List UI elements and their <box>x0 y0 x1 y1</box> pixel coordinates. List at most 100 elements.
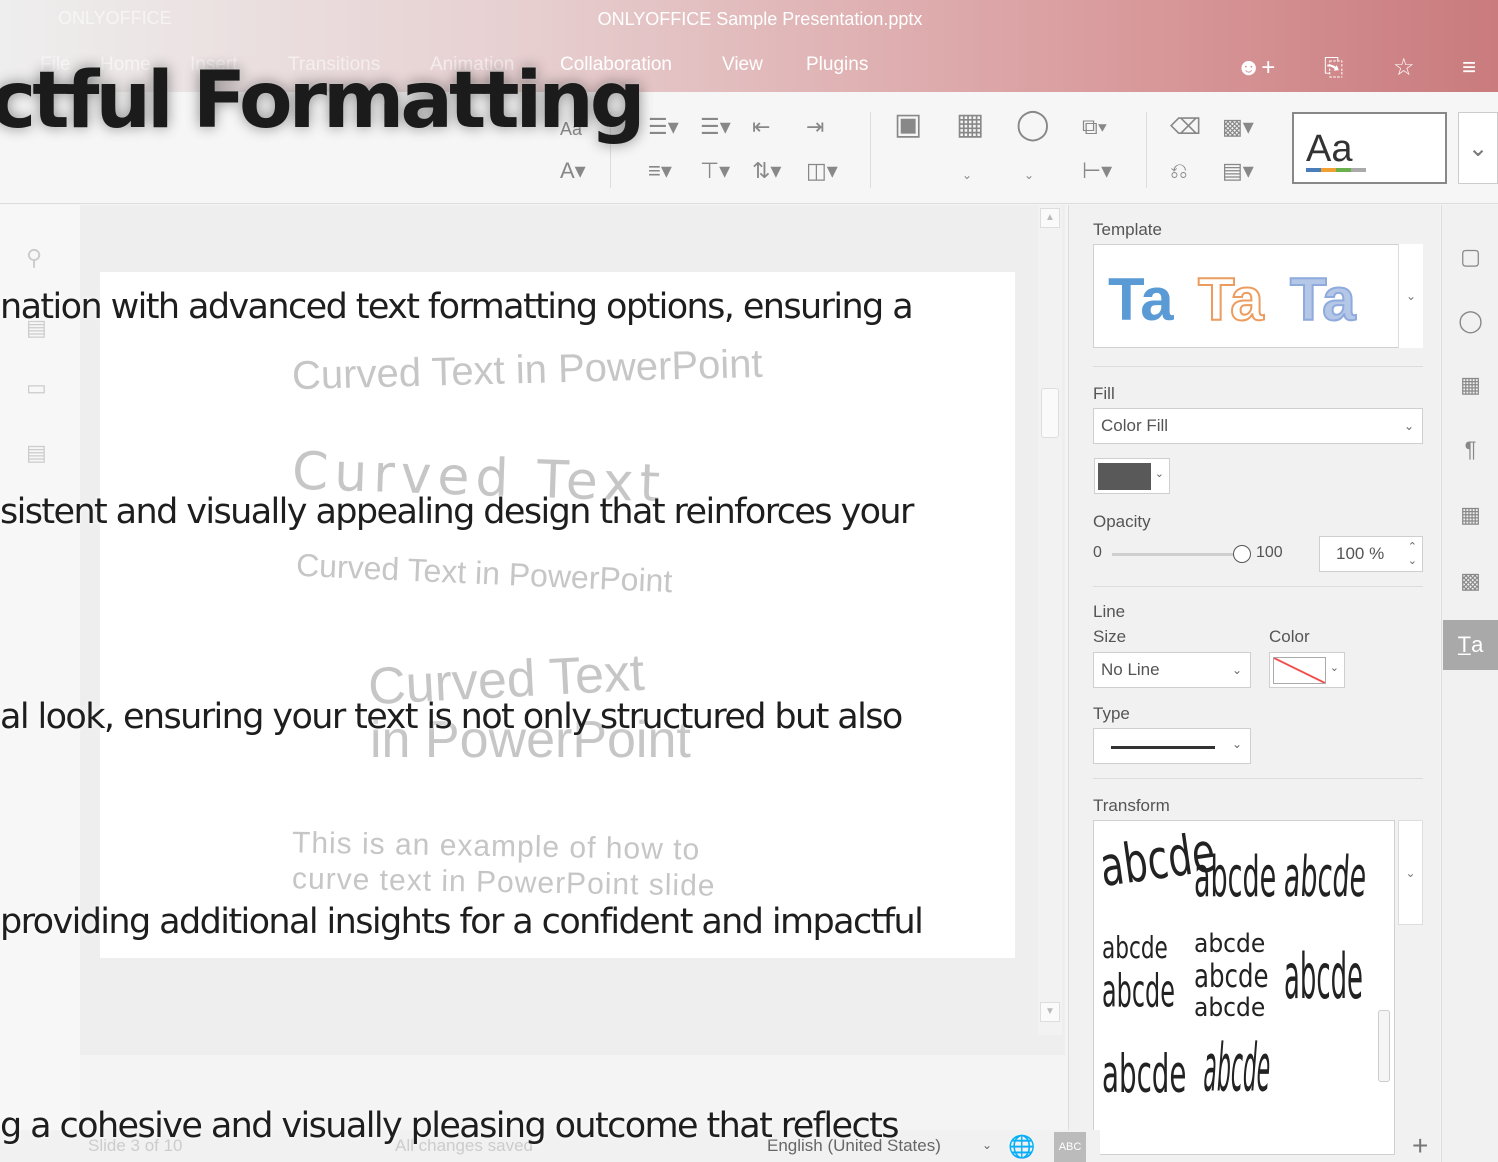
spellcheck-icon[interactable]: ABC <box>1054 1132 1086 1162</box>
transform-button-top[interactable]: abcde <box>1102 931 1168 966</box>
transform-double-wave[interactable]: ​ <box>1297 1024 1301 1106</box>
transform-stack-1[interactable]: abcde <box>1194 929 1265 959</box>
transform-deflate[interactable]: abcde <box>1102 1044 1186 1105</box>
copy-style-icon[interactable]: ⎌ <box>1170 158 1188 184</box>
line-size-select[interactable]: No Line ⌄ <box>1093 652 1251 688</box>
template-more-button[interactable]: ⌄ <box>1398 244 1423 348</box>
theme-preview[interactable]: Aa <box>1292 112 1447 184</box>
fill-label: Fill <box>1093 384 1115 403</box>
paragraph-icon[interactable]: ¶ <box>1443 425 1498 475</box>
transform-arch-down[interactable]: abcde <box>1194 846 1276 910</box>
curved-text-example-line1[interactable]: This is an example of how to <box>292 826 701 867</box>
fill-type-select[interactable]: Color Fill ⌄ <box>1093 408 1423 444</box>
transform-stack-2[interactable]: abcde <box>1194 957 1269 995</box>
transform-stack-3[interactable]: abcde <box>1194 993 1265 1023</box>
vertical-align-icon[interactable]: ⊤▾ <box>700 158 730 184</box>
comments-icon[interactable]: ▭ <box>26 375 47 401</box>
transform-wave[interactable]: abcde <box>1201 1030 1273 1107</box>
spin-up-icon[interactable]: ⌃ <box>1408 541 1417 553</box>
no-color-swatch <box>1273 657 1326 684</box>
scroll-thumb[interactable] <box>1041 388 1059 438</box>
settings-rail <box>1441 205 1498 1162</box>
presentation-editor-window: ONLYOFFICE ONLYOFFICE Sample Presentatio… <box>0 0 1498 1162</box>
template-sample-orange-outline[interactable]: Ta <box>1197 265 1265 334</box>
decrease-indent-icon[interactable]: ⇤ <box>752 114 770 140</box>
search-icon[interactable]: ⚲ <box>26 245 42 271</box>
panel-divider <box>1093 366 1423 367</box>
chevron-down-icon[interactable]: ⌄ <box>982 1138 992 1152</box>
text-art-icon[interactable]: T̲a <box>1443 620 1498 670</box>
chart-icon[interactable]: ▩ <box>1443 556 1498 606</box>
theme-color-bar <box>1306 168 1366 172</box>
overlay-heading: ctful Formatting <box>0 56 646 146</box>
transform-inflate[interactable]: abcde <box>1284 941 1363 1014</box>
template-sample-gray-blue[interactable]: Ta <box>1289 265 1357 334</box>
transform-button-bottom[interactable]: abcde <box>1102 965 1175 1018</box>
add-user-icon[interactable]: ☻+ <box>1236 52 1275 84</box>
shape-icon[interactable]: ◯ <box>1016 110 1050 140</box>
columns-icon[interactable]: ◫▾ <box>806 158 838 184</box>
theme-more-button[interactable]: ⌄ <box>1458 112 1498 184</box>
fill-color-swatch <box>1098 463 1151 490</box>
line-spacing-icon[interactable]: ⇅▾ <box>752 158 781 184</box>
overlay-line-2: sistent and visually appealing design th… <box>0 492 914 532</box>
tab-plugins[interactable]: Plugins <box>806 54 868 76</box>
shape-settings-icon[interactable]: ◯ <box>1443 296 1498 346</box>
chevron-down-icon: ⌄ <box>1231 737 1242 751</box>
window-title: ONLYOFFICE Sample Presentation.pptx <box>597 9 923 29</box>
bullets-icon[interactable]: ☰▾ <box>648 114 679 140</box>
image-dropdown-icon[interactable]: ⌄ <box>962 162 972 188</box>
numbering-icon[interactable]: ☰▾ <box>700 114 731 140</box>
scroll-down-button[interactable]: ▼ <box>1040 1002 1060 1022</box>
transform-circle[interactable]: abcde <box>1282 846 1368 910</box>
arrange-icon[interactable]: ⧉▾ <box>1082 114 1107 140</box>
open-location-icon[interactable]: ⎘ <box>1324 52 1343 84</box>
template-sample-blue[interactable]: Ta <box>1108 265 1174 334</box>
opacity-max-label: 100 <box>1256 544 1283 561</box>
opacity-label: Opacity <box>1093 512 1151 531</box>
align-icon[interactable]: ⊢▾ <box>1082 158 1112 184</box>
table-icon[interactable]: ▦ <box>1443 490 1498 540</box>
template-gallery[interactable]: Ta Ta Ta <box>1093 244 1423 348</box>
template-label: Template <box>1093 220 1162 239</box>
chat-icon[interactable]: ▤ <box>26 440 47 466</box>
panel-divider <box>1093 586 1423 587</box>
favorite-star-icon[interactable]: ☆ <box>1393 52 1415 84</box>
eraser-icon[interactable]: ⌫ <box>1170 114 1201 140</box>
spin-down-icon[interactable]: ⌄ <box>1408 555 1417 567</box>
globe-icon[interactable]: 🌐 <box>1008 1134 1035 1160</box>
opacity-slider-thumb[interactable] <box>1233 545 1251 563</box>
slide-settings-icon[interactable]: ▢ <box>1443 232 1498 282</box>
tab-view[interactable]: View <box>722 54 763 76</box>
transform-gallery-scrollbar[interactable] <box>1378 1010 1390 1082</box>
line-size-value: No Line <box>1101 660 1160 679</box>
font-color-button[interactable]: A▾ <box>560 158 586 184</box>
line-type-select[interactable]: ⌄ <box>1093 728 1251 764</box>
canvas-scrollbar[interactable] <box>1038 205 1062 1035</box>
image-icon[interactable]: ▦ <box>956 110 984 140</box>
opacity-value: 100 % <box>1336 544 1385 563</box>
left-sidebar: ⚲ ▤ ▭ ▤ <box>0 205 80 1135</box>
scroll-up-button[interactable]: ▲ <box>1040 208 1060 228</box>
image-settings-icon[interactable]: ▦ <box>1443 360 1498 410</box>
slide-size-icon[interactable]: ▤▾ <box>1222 158 1254 184</box>
increase-indent-icon[interactable]: ⇥ <box>806 114 824 140</box>
align-left-icon[interactable]: ≡▾ <box>648 158 672 184</box>
toolbar-divider <box>1146 112 1147 188</box>
text-box-icon[interactable]: ▣ <box>894 110 922 140</box>
slide-layout-icon[interactable]: ▩▾ <box>1222 114 1254 140</box>
hamburger-menu-icon[interactable]: ≡ <box>1462 52 1476 84</box>
transform-gallery[interactable]: abcde abcde abcde abcde abcde abcde abcd… <box>1093 820 1395 1155</box>
fill-type-value: Color Fill <box>1101 416 1169 435</box>
shape-dropdown-icon[interactable]: ⌄ <box>1024 162 1034 188</box>
line-type-label: Type <box>1093 704 1130 723</box>
fill-color-button[interactable]: ⌄ <box>1094 458 1170 494</box>
transform-more-button[interactable]: ⌄ <box>1398 820 1423 925</box>
line-color-button[interactable]: ⌄ <box>1269 652 1345 688</box>
opacity-spinbox[interactable]: 100 % ⌃ ⌄ <box>1319 536 1423 572</box>
chevron-down-icon: ⌄ <box>1154 468 1164 480</box>
zoom-in-icon[interactable]: + <box>1412 1130 1428 1162</box>
theme-preview-label: Aa <box>1306 128 1353 170</box>
line-type-preview <box>1111 746 1215 749</box>
opacity-slider[interactable] <box>1112 553 1242 556</box>
